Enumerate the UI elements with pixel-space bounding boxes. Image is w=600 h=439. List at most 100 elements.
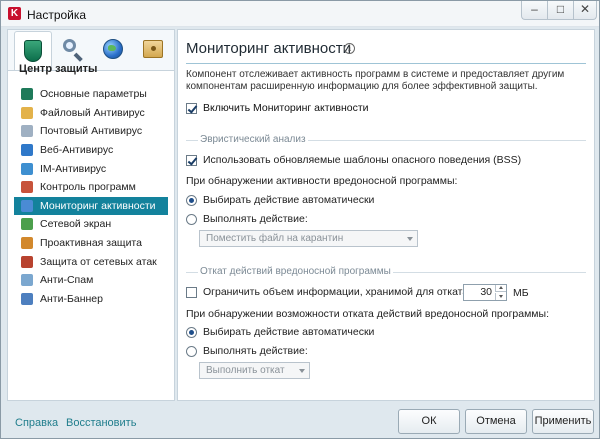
- bss-label: Использовать обновляемые шаблоны опасног…: [203, 154, 522, 166]
- folder-icon: [21, 106, 33, 119]
- stepper-up-icon[interactable]: [495, 285, 506, 292]
- rollback-manual-radio[interactable]: [186, 345, 197, 357]
- heuristic-prompt: При обнаружении активности вредоносной п…: [186, 175, 458, 187]
- kaspersky-logo-icon: K: [8, 7, 21, 20]
- heuristic-action-select: Поместить файл на карантин: [199, 230, 418, 247]
- sidebar-item-label: Анти-Баннер: [40, 292, 103, 305]
- sidebar-heading: Центр защиты: [19, 63, 98, 75]
- sidebar-item[interactable]: Веб-Антивирус: [14, 141, 168, 160]
- chevron-down-icon: [407, 237, 413, 241]
- enable-monitoring-row[interactable]: Включить Мониторинг активности: [186, 102, 369, 114]
- sidebar-item[interactable]: Анти-Баннер: [14, 290, 168, 309]
- rollback-section-title: Откат действий вредоносной программы: [198, 266, 393, 277]
- help-link[interactable]: Справка: [15, 417, 58, 429]
- title-divider: [186, 63, 586, 64]
- rollback-auto-radio[interactable]: [186, 326, 197, 338]
- bss-row[interactable]: Использовать обновляемые шаблоны опасног…: [186, 154, 521, 166]
- sidebar-item[interactable]: Анти-Спам: [14, 271, 168, 290]
- safe-icon: [143, 40, 163, 58]
- rollback-manual-row[interactable]: Выполнять действие:: [186, 345, 308, 357]
- rollback-limit-unit: МБ: [513, 287, 529, 299]
- heuristic-manual-radio[interactable]: [186, 213, 197, 225]
- tab-settings[interactable]: [134, 31, 172, 67]
- sidebar-item[interactable]: Контроль программ: [14, 178, 168, 197]
- sidebar-item-label: Мониторинг активности: [40, 199, 156, 212]
- heuristic-manual-row[interactable]: Выполнять действие:: [186, 213, 308, 225]
- sidebar-item[interactable]: Сетевой экран: [14, 215, 168, 234]
- stepper-down-icon[interactable]: [495, 293, 506, 300]
- network-attack-icon: [21, 255, 33, 268]
- firewall-icon: [21, 218, 33, 231]
- heuristic-action-value: Поместить файл на карантин: [206, 233, 344, 244]
- bss-checkbox[interactable]: [186, 154, 197, 166]
- rollback-action-select: Выполнить откат: [199, 362, 310, 379]
- proactive-icon: [21, 237, 33, 250]
- magnifier-icon: [62, 38, 84, 62]
- sidebar-item-label: Веб-Антивирус: [40, 144, 114, 157]
- sidebar-item[interactable]: Почтовый Антивирус: [14, 122, 168, 141]
- restore-link[interactable]: Восстановить: [66, 417, 136, 429]
- heuristic-manual-label: Выполнять действие:: [203, 213, 308, 225]
- envelope-icon: [21, 125, 33, 138]
- rollback-manual-label: Выполнять действие:: [203, 345, 308, 357]
- chat-icon: [21, 162, 33, 175]
- sidebar-nav: Основные параметры Файловый Антивирус Почт…: [14, 85, 168, 308]
- page-title: Мониторинг активности: [186, 40, 352, 57]
- globe-icon: [21, 144, 33, 157]
- sidebar-item-label: IM-Антивирус: [40, 162, 107, 175]
- sidebar-item[interactable]: Проактивная защита: [14, 234, 168, 253]
- rollback-limit-row[interactable]: Ограничить объем информации, хранимой дл…: [186, 286, 471, 298]
- heuristic-section-header: Эвристический анализ: [186, 134, 586, 146]
- rollback-prompt: При обнаружении возможности отката дейст…: [186, 308, 549, 320]
- title-bar: K Настройка – □ ✕: [1, 1, 599, 27]
- cancel-button[interactable]: Отмена: [465, 409, 527, 434]
- settings-window: K Настройка – □ ✕ Центр защиты Основные: [0, 0, 600, 439]
- heuristic-section-title: Эвристический анализ: [198, 134, 308, 145]
- rollback-limit-stepper[interactable]: 30: [463, 284, 507, 301]
- rollback-action-value: Выполнить откат: [206, 365, 285, 376]
- sidebar-item[interactable]: Защита от сетевых атак: [14, 252, 168, 271]
- minimize-button[interactable]: –: [521, 1, 547, 20]
- rollback-limit-checkbox[interactable]: [186, 286, 197, 298]
- antispam-icon: [21, 274, 33, 287]
- close-button[interactable]: ✕: [573, 1, 597, 20]
- sidebar-item[interactable]: IM-Антивирус: [14, 159, 168, 178]
- info-icon[interactable]: i: [344, 43, 355, 54]
- tab-update[interactable]: [94, 31, 132, 67]
- sidebar-item-label: Файловый Антивирус: [40, 106, 145, 119]
- monitor-icon: [21, 199, 33, 212]
- antibanner-icon: [21, 292, 33, 305]
- enable-monitoring-label: Включить Мониторинг активности: [203, 102, 369, 114]
- heuristic-auto-label: Выбирать действие автоматически: [203, 194, 375, 206]
- sidebar-item-label: Анти-Спам: [40, 274, 94, 287]
- shield-icon: [21, 88, 33, 101]
- ok-button[interactable]: ОК: [398, 409, 460, 434]
- component-description: Компонент отслеживает активность програм…: [186, 69, 565, 92]
- main-panel: Мониторинг активности i Компонент отслеж…: [177, 29, 595, 401]
- sidebar-item-label: Защита от сетевых атак: [40, 255, 157, 268]
- program-icon: [21, 181, 33, 194]
- globe-icon: [103, 39, 123, 59]
- tab-scan[interactable]: [54, 31, 92, 67]
- sidebar-item[interactable]: Мониторинг активности: [14, 196, 168, 216]
- chevron-down-icon: [299, 369, 305, 373]
- shield-icon: [24, 40, 42, 62]
- sidebar-item-label: Почтовый Антивирус: [40, 125, 143, 138]
- maximize-button[interactable]: □: [547, 1, 573, 20]
- sidebar-item-label: Проактивная защита: [40, 237, 142, 250]
- sidebar-item-label: Сетевой экран: [40, 218, 112, 231]
- rollback-auto-row[interactable]: Выбирать действие автоматически: [186, 326, 374, 338]
- window-title: Настройка: [27, 8, 87, 22]
- rollback-limit-label: Ограничить объем информации, хранимой дл…: [203, 286, 472, 298]
- heuristic-auto-row[interactable]: Выбирать действие автоматически: [186, 194, 374, 206]
- sidebar-item-label: Основные параметры: [40, 88, 147, 101]
- rollback-auto-label: Выбирать действие автоматически: [203, 326, 375, 338]
- sidebar-item-label: Контроль программ: [40, 181, 136, 194]
- heuristic-auto-radio[interactable]: [186, 194, 197, 206]
- apply-button[interactable]: Применить: [532, 409, 594, 434]
- sidebar-item[interactable]: Основные параметры: [14, 85, 168, 104]
- sidebar: Центр защиты Основные параметры Файловый …: [7, 29, 175, 401]
- rollback-section-header: Откат действий вредоносной программы: [186, 266, 586, 278]
- sidebar-item[interactable]: Файловый Антивирус: [14, 104, 168, 123]
- enable-monitoring-checkbox[interactable]: [186, 102, 197, 114]
